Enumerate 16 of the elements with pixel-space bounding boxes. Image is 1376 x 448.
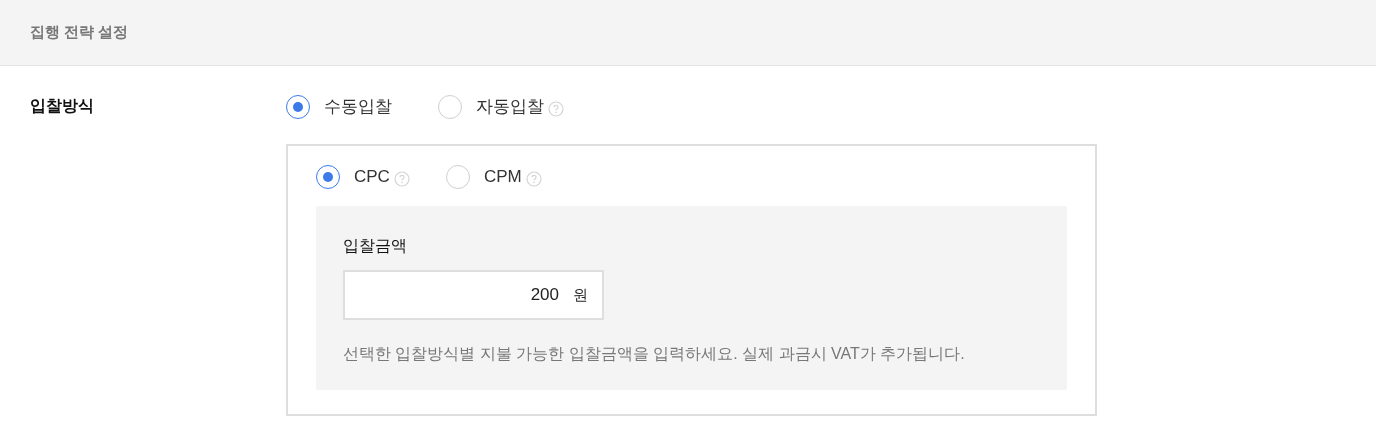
radio-label[interactable]: CPM [483, 164, 522, 190]
section-title: 집행 전략 설정 [30, 22, 129, 43]
help-icon[interactable] [393, 171, 410, 187]
amount-input[interactable]: 200 원 [343, 270, 604, 320]
radio-label[interactable]: CPC [354, 164, 390, 190]
radio-button[interactable] [316, 165, 340, 189]
radio-label[interactable]: 수동입찰 [324, 94, 392, 120]
currency-unit: 원 [573, 284, 588, 305]
field-label: 입찰방식 [30, 97, 94, 114]
help-icon[interactable] [525, 171, 542, 187]
radio-label[interactable]: 자동입찰 [476, 94, 544, 120]
amount-value: 200 [530, 284, 559, 307]
help-icon[interactable] [548, 101, 564, 117]
help-text: 선택한 입찰방식별 지불 가능한 입찰금액을 입력하세요. 실제 과금시 VAT가 추가됩니다. [343, 344, 966, 364]
amount-label: 입찰금액 [343, 236, 408, 256]
radio-button[interactable] [286, 95, 310, 119]
